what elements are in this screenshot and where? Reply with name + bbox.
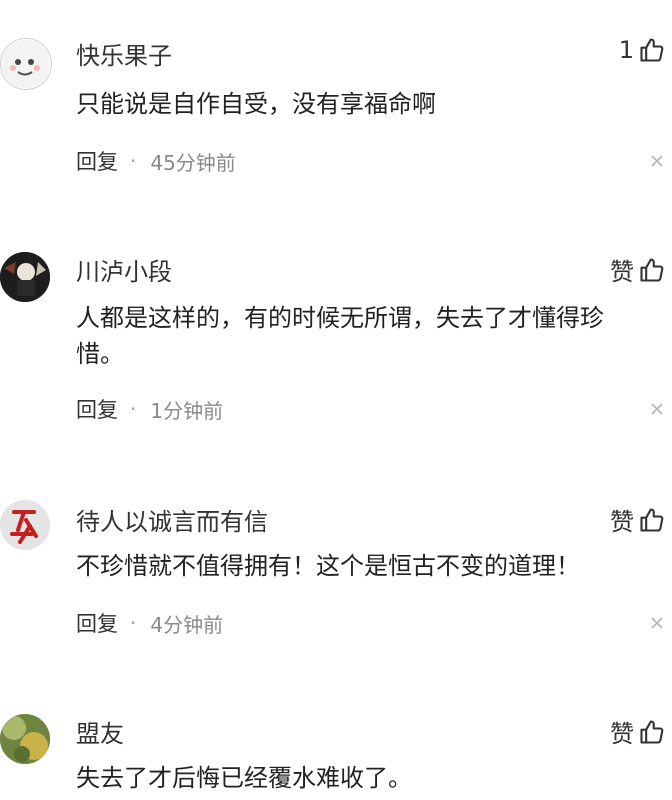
avatar-image	[2, 40, 50, 88]
reply-button[interactable]: 回复	[76, 608, 118, 638]
avatar-image	[0, 500, 50, 550]
close-icon[interactable]	[650, 154, 664, 168]
like-count: 1	[618, 36, 634, 64]
thumbs-up-icon	[640, 38, 664, 62]
comment-text: 只能说是自作自受，没有享福命啊	[76, 90, 436, 118]
username[interactable]: 盟友	[76, 714, 124, 749]
thumbs-up-icon	[640, 257, 664, 282]
like-button[interactable]: 赞	[610, 714, 666, 749]
like-label: 赞	[610, 258, 634, 286]
comment-meta: 回复 · 1分钟前	[76, 394, 223, 424]
username[interactable]: 快乐果子	[76, 36, 172, 71]
close-icon[interactable]	[650, 402, 664, 416]
avatar[interactable]	[0, 714, 50, 764]
like-button[interactable]: 赞	[610, 252, 666, 287]
reply-button[interactable]: 回复	[76, 146, 118, 176]
timestamp: 45分钟前	[150, 150, 236, 175]
comment-meta: 回复 · 4分钟前	[76, 608, 223, 638]
avatar-image	[0, 252, 50, 302]
like-label: 赞	[610, 508, 634, 536]
separator-dot: ·	[130, 611, 137, 635]
close-icon[interactable]	[650, 616, 664, 630]
comment-text: 不珍惜就不值得拥有！这个是恒古不变的道理！	[76, 552, 580, 580]
avatar[interactable]	[0, 252, 50, 302]
timestamp: 1分钟前	[150, 398, 224, 423]
username[interactable]: 川泸小段	[76, 252, 172, 287]
comment-text: 人都是这样的，有的时候无所谓，失去了才懂得珍惜。	[76, 304, 604, 368]
like-button[interactable]: 1	[619, 36, 666, 64]
avatar[interactable]	[0, 500, 50, 550]
thumbs-up-icon	[640, 719, 664, 744]
separator-dot: ·	[130, 397, 137, 421]
username[interactable]: 待人以诚言而有信	[76, 502, 268, 537]
avatar-image	[0, 714, 50, 764]
timestamp: 4分钟前	[150, 612, 224, 637]
avatar[interactable]	[0, 38, 52, 90]
separator-dot: ·	[130, 149, 137, 173]
reply-button[interactable]: 回复	[76, 394, 118, 424]
comment-text: 失去了才后悔已经覆水难收了。	[76, 764, 412, 792]
like-button[interactable]: 赞	[610, 502, 666, 537]
comment-meta: 回复 · 45分钟前	[76, 146, 236, 176]
thumbs-up-icon	[640, 507, 664, 532]
like-label: 赞	[610, 720, 634, 748]
